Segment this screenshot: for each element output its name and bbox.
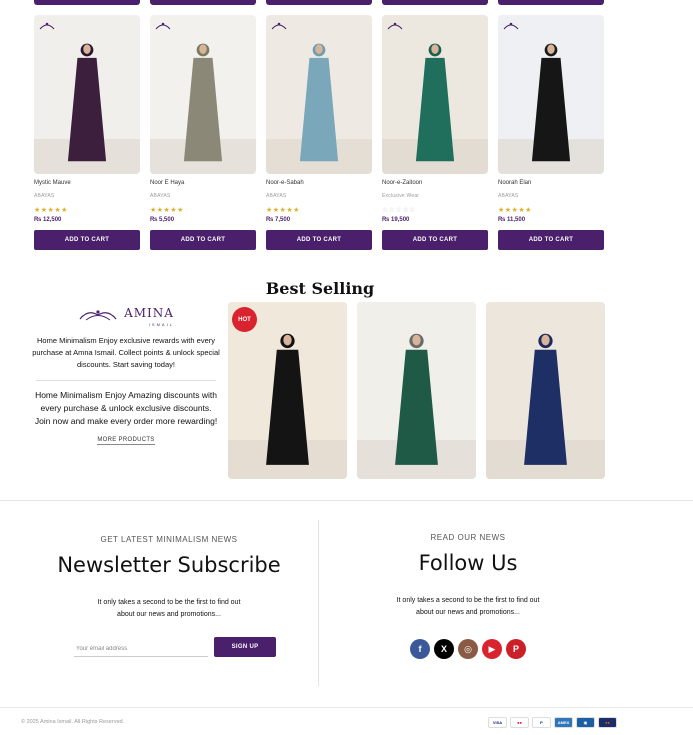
product-card[interactable]: Noor-e-Sabah ABAYAS ★★★★★ ₨ 7,500 ADD TO… [266, 15, 372, 250]
add-to-cart-button[interactable]: ADD TO CART [382, 230, 488, 250]
paypal-icon: P [532, 717, 551, 728]
hot-badge: HOT [232, 307, 257, 332]
pinterest-icon[interactable]: P [506, 639, 526, 659]
rating-stars: ☆☆☆☆☆ [382, 207, 416, 214]
promo-rewards-text: Home Minimalism Enjoy exclusive rewards … [32, 336, 220, 369]
email-field[interactable] [74, 641, 208, 657]
best-selling-gallery: HOT [228, 302, 605, 479]
add-to-cart-button-edge[interactable] [498, 0, 604, 5]
facebook-icon[interactable]: f [410, 639, 430, 659]
best-selling-item[interactable]: HOT [228, 302, 347, 479]
rating-stars: ★★★★★ [150, 207, 184, 214]
add-to-cart-button-edge[interactable] [150, 0, 256, 5]
brand-crest-icon [79, 310, 117, 321]
product-card[interactable]: Noor-e-Zaitoon Exclusive Wear ☆☆☆☆☆ ₨ 19… [382, 15, 488, 250]
brand-crest-icon [271, 22, 287, 30]
follow-section: READ OUR NEWS Follow Us It only takes a … [320, 533, 616, 659]
product-category[interactable]: ABAYAS [266, 193, 372, 200]
sign-up-button[interactable]: SIGN UP [214, 637, 276, 657]
promo-panel: AMINA ISMAIL Home Minimalism Enjoy exclu… [32, 303, 220, 446]
brand-crest-icon [155, 22, 171, 30]
amex-icon: AMEX [554, 717, 573, 728]
product-image[interactable] [150, 15, 256, 174]
add-to-cart-button-edge[interactable] [382, 0, 488, 5]
subscribe-form: SIGN UP [32, 637, 318, 657]
product-card[interactable]: Noor E Haya ABAYAS ★★★★★ ₨ 5,500 ADD TO … [150, 15, 256, 250]
brand-crest-icon [503, 22, 519, 30]
follow-copy: It only takes a second to be the first t… [396, 597, 540, 616]
footer-divider [0, 707, 693, 708]
product-image[interactable] [34, 15, 140, 174]
previous-row-buttons [34, 0, 604, 5]
add-to-cart-button[interactable]: ADD TO CART [150, 230, 256, 250]
newsletter-eyebrow: GET LATEST MINIMALISM NEWS [100, 535, 238, 544]
follow-title: Follow Us [418, 551, 518, 575]
more-products-link[interactable]: MORE PRODUCTS [97, 437, 155, 445]
column-divider [318, 520, 319, 686]
brand-subname: ISMAIL [148, 321, 174, 327]
visa-icon: VISA [488, 717, 507, 728]
brand-logo[interactable]: AMINA ISMAIL [32, 303, 220, 327]
rating-stars: ★★★★★ [34, 207, 68, 214]
product-category[interactable]: ABAYAS [498, 193, 604, 200]
brand-crest-icon [39, 22, 55, 30]
brand-crest-icon [387, 22, 403, 30]
add-to-cart-button-edge[interactable] [34, 0, 140, 5]
newsletter-title: Newsletter Subscribe [57, 553, 281, 577]
rating-stars: ★★★★★ [266, 207, 300, 214]
newsletter-section: GET LATEST MINIMALISM NEWS Newsletter Su… [20, 535, 318, 657]
product-name[interactable]: Noor-e-Zaitoon [382, 180, 488, 188]
follow-eyebrow: READ OUR NEWS [430, 533, 506, 542]
product-category[interactable]: Exclusive Wear [382, 193, 488, 200]
add-to-cart-button[interactable]: ADD TO CART [498, 230, 604, 250]
product-grid: Mystic Mauve ABAYAS ★★★★★ ₨ 12,500 ADD T… [34, 15, 604, 250]
social-links: f X ◎ ▶ P [320, 639, 616, 659]
brand-name: AMINA [124, 305, 174, 320]
newsletter-copy: It only takes a second to be the first t… [97, 599, 241, 618]
wallet-icon: ▣ [576, 717, 595, 728]
promo-divider [36, 380, 216, 381]
section-divider [0, 500, 693, 501]
product-name[interactable]: Noorah Elan [498, 180, 604, 188]
product-price: ₨ 19,500 [382, 217, 410, 223]
product-price: ₨ 11,500 [498, 217, 526, 223]
instagram-icon[interactable]: ◎ [458, 639, 478, 659]
add-to-cart-button[interactable]: ADD TO CART [266, 230, 372, 250]
add-to-cart-button[interactable]: ADD TO CART [34, 230, 140, 250]
payment-methods: VISA ●● P AMEX ▣ ●● [488, 717, 617, 728]
product-category[interactable]: ABAYAS [150, 193, 256, 200]
product-card[interactable]: Mystic Mauve ABAYAS ★★★★★ ₨ 12,500 ADD T… [34, 15, 140, 250]
product-price: ₨ 7,500 [266, 217, 291, 223]
best-selling-item[interactable] [486, 302, 605, 479]
best-selling-item[interactable] [357, 302, 476, 479]
product-image[interactable] [382, 15, 488, 174]
x-icon[interactable]: X [434, 639, 454, 659]
promo-discounts-text: Home Minimalism Enjoy Amazing discounts … [34, 390, 218, 426]
add-to-cart-button-edge[interactable] [266, 0, 372, 5]
product-price: ₨ 12,500 [34, 217, 62, 223]
product-category[interactable]: ABAYAS [34, 193, 140, 200]
product-image[interactable] [266, 15, 372, 174]
maestro-icon: ●● [598, 717, 617, 728]
mastercard-icon: ●● [510, 717, 529, 728]
rating-stars: ★★★★★ [498, 207, 532, 214]
product-card[interactable]: Noorah Elan ABAYAS ★★★★★ ₨ 11,500 ADD TO… [498, 15, 604, 250]
best-selling-heading: Best Selling [265, 279, 375, 298]
product-name[interactable]: Noor E Haya [150, 180, 256, 188]
product-name[interactable]: Mystic Mauve [34, 180, 140, 188]
copyright-text: © 2025 Amina Ismail. All Rights Reserved… [21, 719, 125, 725]
product-name[interactable]: Noor-e-Sabah [266, 180, 372, 188]
product-image[interactable] [498, 15, 604, 174]
youtube-icon[interactable]: ▶ [482, 639, 502, 659]
product-price: ₨ 5,500 [150, 217, 175, 223]
